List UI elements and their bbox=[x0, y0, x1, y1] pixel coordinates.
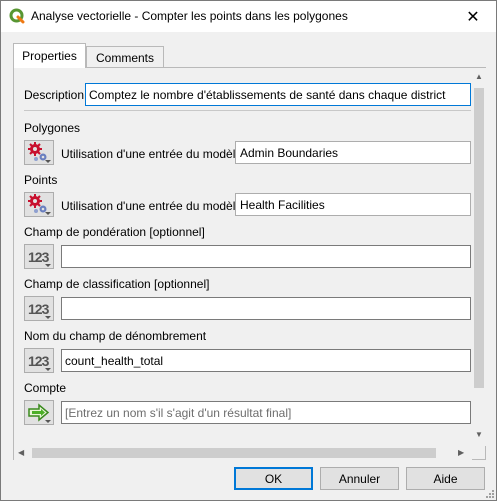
class-field-source-button[interactable]: 123 bbox=[24, 296, 54, 321]
tab-comments[interactable]: Comments bbox=[86, 46, 164, 68]
scrollbar-thumb[interactable] bbox=[474, 88, 484, 388]
close-icon: ✕ bbox=[466, 8, 480, 26]
title-bar[interactable]: Analyse vectorielle - Compter les points… bbox=[1, 1, 496, 32]
horizontal-scrollbar[interactable]: ◀ ▶ bbox=[14, 446, 472, 460]
numeric-field-icon: 123 bbox=[28, 301, 49, 317]
scrollbar-thumb[interactable] bbox=[32, 448, 436, 458]
dropdown-arrow-icon bbox=[45, 316, 51, 319]
points-source-button[interactable] bbox=[24, 192, 54, 217]
points-label: Points bbox=[24, 173, 58, 187]
output-source-button[interactable] bbox=[24, 400, 54, 425]
class-field-label: Champ de classification [optionnel] bbox=[24, 277, 210, 291]
divider bbox=[24, 110, 471, 111]
output-input[interactable]: [Entrez un nom s'il s'agit d'un résultat… bbox=[61, 401, 471, 424]
dropdown-arrow-icon bbox=[45, 160, 51, 163]
tab-label: Properties bbox=[22, 49, 77, 63]
resize-grip-icon[interactable] bbox=[484, 488, 494, 498]
scroll-right-icon[interactable]: ▶ bbox=[458, 448, 464, 457]
dropdown-arrow-icon bbox=[45, 212, 51, 215]
polygones-mode-label: Utilisation d'une entrée du modèle bbox=[61, 147, 243, 161]
scroll-up-icon[interactable]: ▲ bbox=[475, 72, 483, 81]
scroll-down-icon[interactable]: ▼ bbox=[475, 430, 483, 439]
scroll-left-icon[interactable]: ◀ bbox=[18, 448, 24, 457]
dropdown-arrow-icon bbox=[45, 420, 51, 423]
dialog-window: Analyse vectorielle - Compter les points… bbox=[0, 0, 497, 501]
count-field-input[interactable]: count_health_total bbox=[61, 349, 471, 372]
tab-properties[interactable]: Properties bbox=[13, 43, 86, 68]
numeric-field-icon: 123 bbox=[28, 353, 49, 369]
ok-button[interactable]: OK bbox=[234, 467, 313, 490]
window-title: Analyse vectorielle - Compter les points… bbox=[31, 9, 348, 23]
polygones-source-button[interactable] bbox=[24, 140, 54, 165]
weight-field-label: Champ de pondération [optionnel] bbox=[24, 225, 205, 239]
polygones-label: Polygones bbox=[24, 121, 81, 135]
qgis-logo-icon bbox=[9, 8, 25, 24]
dropdown-arrow-icon bbox=[45, 368, 51, 371]
weight-field-input[interactable] bbox=[61, 245, 471, 268]
description-label: Description bbox=[24, 88, 85, 102]
cancel-button[interactable]: Annuler bbox=[320, 467, 399, 490]
tab-label: Comments bbox=[95, 50, 154, 65]
properties-panel: Description Comptez le nombre d'établiss… bbox=[13, 67, 486, 460]
count-field-label: Nom du champ de dénombrement bbox=[24, 329, 207, 343]
class-field-input[interactable] bbox=[61, 297, 471, 320]
help-button[interactable]: Aide bbox=[406, 467, 485, 490]
polygones-select[interactable]: Admin Boundaries bbox=[235, 141, 471, 164]
description-input[interactable]: Comptez le nombre d'établissements de sa… bbox=[85, 83, 471, 106]
numeric-field-icon: 123 bbox=[28, 249, 49, 265]
weight-field-source-button[interactable]: 123 bbox=[24, 244, 54, 269]
scroll-content: Description Comptez le nombre d'établiss… bbox=[24, 68, 471, 434]
dropdown-arrow-icon bbox=[45, 264, 51, 267]
vertical-scrollbar[interactable]: ▲ ▼ bbox=[472, 68, 486, 446]
points-mode-label: Utilisation d'une entrée du modèle bbox=[61, 199, 243, 213]
close-button[interactable]: ✕ bbox=[450, 1, 496, 32]
points-select[interactable]: Health Facilities bbox=[235, 193, 471, 216]
count-field-source-button[interactable]: 123 bbox=[24, 348, 54, 373]
output-label: Compte bbox=[24, 381, 67, 395]
